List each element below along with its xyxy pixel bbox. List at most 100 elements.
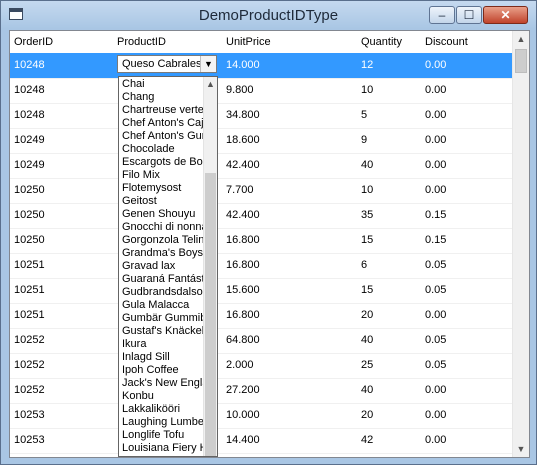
cell-quantity[interactable]: 25 bbox=[361, 359, 373, 371]
dropdown-item[interactable]: Chartreuse verte bbox=[122, 104, 204, 117]
close-button[interactable]: ✕ bbox=[483, 6, 528, 24]
dropdown-item[interactable]: Genen Shouyu bbox=[122, 208, 204, 221]
cell-orderid[interactable]: 10253 bbox=[14, 434, 45, 446]
table-row[interactable]: 10251 16.800 20 0.00 bbox=[10, 303, 512, 329]
dropdown-item[interactable]: Inlagd Sill bbox=[122, 351, 204, 364]
column-header-discount[interactable]: Discount bbox=[425, 36, 468, 48]
dropdown-item[interactable]: Chef Anton's Cajun Seasoning bbox=[122, 117, 204, 130]
column-header-orderid[interactable]: OrderID bbox=[14, 36, 53, 48]
dropdown-item[interactable]: Gustaf's Knäckebröd bbox=[122, 325, 204, 338]
dropdown-item[interactable]: Gula Malacca bbox=[122, 299, 204, 312]
table-row[interactable]: 10252 27.200 40 0.00 bbox=[10, 378, 512, 404]
cell-discount[interactable]: 0.05 bbox=[425, 284, 446, 296]
cell-quantity[interactable]: 40 bbox=[361, 334, 373, 346]
cell-quantity[interactable]: 15 bbox=[361, 234, 373, 246]
cell-discount[interactable]: 0.05 bbox=[425, 259, 446, 271]
cell-discount[interactable]: 0.05 bbox=[425, 359, 446, 371]
cell-orderid[interactable]: 10249 bbox=[14, 159, 45, 171]
cell-unitprice[interactable]: 64.800 bbox=[226, 334, 260, 346]
table-row[interactable]: 10253 10.000 20 0.00 bbox=[10, 403, 512, 429]
dropdown-item[interactable]: Longlife Tofu bbox=[122, 429, 204, 442]
cell-orderid[interactable]: 10252 bbox=[14, 334, 45, 346]
dropdown-item[interactable]: Filo Mix bbox=[122, 169, 204, 182]
productid-combobox[interactable]: Queso Cabrales ▼ bbox=[117, 55, 217, 73]
cell-unitprice[interactable]: 16.800 bbox=[226, 309, 260, 321]
cell-quantity[interactable]: 10 bbox=[361, 84, 373, 96]
cell-unitprice[interactable]: 14.000 bbox=[226, 59, 260, 71]
title-bar[interactable]: DemoProductIDType ‒ ☐ ✕ bbox=[1, 1, 536, 29]
dropdown-item[interactable]: Gumbär Gummibärchen bbox=[122, 312, 204, 325]
cell-orderid[interactable]: 10250 bbox=[14, 234, 45, 246]
scroll-up-icon[interactable]: ▲ bbox=[513, 31, 529, 47]
cell-unitprice[interactable]: 27.200 bbox=[226, 384, 260, 396]
cell-unitprice[interactable]: 15.600 bbox=[226, 284, 260, 296]
dropdown-item[interactable]: Chef Anton's Gumbo Mix bbox=[122, 130, 204, 143]
column-header-unitprice[interactable]: UnitPrice bbox=[226, 36, 271, 48]
table-row[interactable]: 10252 64.800 40 0.05 bbox=[10, 328, 512, 354]
cell-unitprice[interactable]: 42.400 bbox=[226, 159, 260, 171]
table-row[interactable]: 10253 14.400 42 0.00 bbox=[10, 428, 512, 454]
chevron-down-icon[interactable]: ▼ bbox=[200, 56, 216, 72]
cell-orderid[interactable]: 10251 bbox=[14, 309, 45, 321]
dropdown-item[interactable]: Geitost bbox=[122, 195, 204, 208]
dropdown-item[interactable]: Chai bbox=[122, 78, 204, 91]
cell-quantity[interactable]: 5 bbox=[361, 109, 367, 121]
cell-quantity[interactable]: 9 bbox=[361, 134, 367, 146]
cell-unitprice[interactable]: 10.000 bbox=[226, 409, 260, 421]
dropdown-item[interactable]: Jack's New England Clam Chowder bbox=[122, 377, 204, 390]
cell-discount[interactable]: 0.00 bbox=[425, 134, 446, 146]
cell-quantity[interactable]: 12 bbox=[361, 59, 373, 71]
cell-unitprice[interactable]: 2.000 bbox=[226, 359, 254, 371]
cell-discount[interactable]: 0.00 bbox=[425, 159, 446, 171]
dropdown-scrollbar[interactable]: ▲ bbox=[203, 77, 217, 456]
data-grid[interactable]: OrderID ProductID UnitPrice Quantity Dis… bbox=[10, 31, 512, 457]
cell-orderid[interactable]: 10248 bbox=[14, 109, 45, 121]
minimize-button[interactable]: ‒ bbox=[429, 6, 455, 24]
cell-discount[interactable]: 0.05 bbox=[425, 334, 446, 346]
cell-unitprice[interactable]: 7.700 bbox=[226, 184, 254, 196]
cell-unitprice[interactable]: 16.800 bbox=[226, 259, 260, 271]
cell-orderid[interactable]: 10252 bbox=[14, 384, 45, 396]
cell-unitprice[interactable]: 42.400 bbox=[226, 209, 260, 221]
cell-quantity[interactable]: 10 bbox=[361, 184, 373, 196]
table-row[interactable]: 10250 42.400 35 0.15 bbox=[10, 203, 512, 229]
dropdown-item[interactable]: Laughing Lumberjack Lager bbox=[122, 416, 204, 429]
dropdown-item[interactable]: Ipoh Coffee bbox=[122, 364, 204, 377]
cell-unitprice[interactable]: 16.800 bbox=[226, 234, 260, 246]
dropdown-item[interactable]: Chang bbox=[122, 91, 204, 104]
table-row[interactable]: 10249 42.400 40 0.00 bbox=[10, 153, 512, 179]
dropdown-item[interactable]: Ikura bbox=[122, 338, 204, 351]
cell-orderid[interactable]: 10251 bbox=[14, 259, 45, 271]
cell-discount[interactable]: 0.00 bbox=[425, 59, 446, 71]
cell-orderid[interactable]: 10253 bbox=[14, 409, 45, 421]
dropdown-scroll-thumb[interactable] bbox=[205, 173, 216, 456]
cell-orderid[interactable]: 10249 bbox=[14, 134, 45, 146]
table-row[interactable]: 10250 7.700 10 0.00 bbox=[10, 178, 512, 204]
cell-discount[interactable]: 0.00 bbox=[425, 184, 446, 196]
dropdown-item[interactable]: Escargots de Bourgogne bbox=[122, 156, 204, 169]
cell-unitprice[interactable]: 18.600 bbox=[226, 134, 260, 146]
dropdown-item[interactable]: Lakkalikööri bbox=[122, 403, 204, 416]
maximize-button[interactable]: ☐ bbox=[456, 6, 482, 24]
productid-dropdown-list[interactable]: Chai Chang Chartreuse verte Chef Anton's Ca… bbox=[118, 76, 218, 457]
cell-orderid[interactable]: 10248 bbox=[14, 84, 45, 96]
cell-quantity[interactable]: 40 bbox=[361, 384, 373, 396]
cell-orderid[interactable]: 10251 bbox=[14, 284, 45, 296]
dropdown-item[interactable]: Guaraná Fantástica bbox=[122, 273, 204, 286]
dropdown-item[interactable]: Grandma's Boysenberry Spread bbox=[122, 247, 204, 260]
cell-quantity[interactable]: 15 bbox=[361, 284, 373, 296]
dropdown-item[interactable]: Gorgonzola Telino bbox=[122, 234, 204, 247]
table-row[interactable]: 10248 14.000 12 0.00 bbox=[10, 53, 512, 79]
cell-unitprice[interactable]: 14.400 bbox=[226, 434, 260, 446]
cell-unitprice[interactable]: 34.800 bbox=[226, 109, 260, 121]
cell-discount[interactable]: 0.00 bbox=[425, 434, 446, 446]
table-row[interactable]: 10251 16.800 6 0.05 bbox=[10, 253, 512, 279]
cell-discount[interactable]: 0.00 bbox=[425, 409, 446, 421]
cell-quantity[interactable]: 35 bbox=[361, 209, 373, 221]
cell-discount[interactable]: 0.15 bbox=[425, 234, 446, 246]
dropdown-item[interactable]: Gravad lax bbox=[122, 260, 204, 273]
cell-discount[interactable]: 0.00 bbox=[425, 309, 446, 321]
dropdown-item[interactable]: Konbu bbox=[122, 390, 204, 403]
cell-orderid[interactable]: 10248 bbox=[14, 59, 45, 71]
table-row[interactable]: 10252 2.000 25 0.05 bbox=[10, 353, 512, 379]
